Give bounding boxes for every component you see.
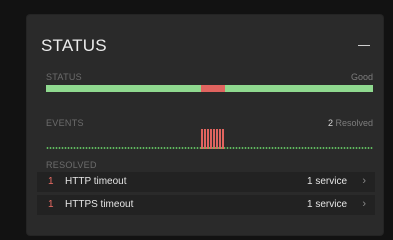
incident-tick: [219, 129, 221, 149]
incident-name: HTTP timeout: [65, 176, 127, 187]
timeline-incident-spike[interactable]: [201, 129, 225, 149]
status-card: STATUS STATUS Good EVENTS 2 Resolved RES…: [27, 15, 383, 235]
incident-count: 1: [48, 199, 54, 210]
status-value: Good: [350, 72, 373, 82]
card-title: STATUS: [41, 36, 107, 55]
collapse-button[interactable]: [357, 38, 371, 52]
incident-tick: [210, 129, 212, 149]
card-header: STATUS: [41, 36, 371, 58]
incident-name: HTTPS timeout: [65, 199, 134, 210]
affected-services: 1 service: [306, 176, 347, 187]
incident-tick: [222, 129, 224, 149]
chevron-right-icon: ›: [362, 198, 366, 210]
incident-tick: [216, 129, 218, 149]
chevron-right-icon: ›: [362, 175, 366, 187]
status-segment-good: [224, 85, 373, 92]
incident-tick: [207, 129, 209, 149]
affected-services: 1 service: [306, 199, 347, 210]
incident-tick: [213, 129, 215, 149]
status-bar: [46, 85, 373, 92]
list-item[interactable]: 1 HTTP timeout 1 service ›: [37, 172, 375, 192]
minus-icon: [358, 45, 370, 46]
list-item[interactable]: 1 HTTPS timeout 1 service ›: [37, 195, 375, 215]
status-label: STATUS: [46, 72, 82, 82]
resolved-list: 1 HTTP timeout 1 service › 1 HTTPS timeo…: [37, 172, 375, 218]
incident-tick: [201, 129, 203, 149]
incident-count: 1: [48, 176, 54, 187]
events-timeline: [46, 127, 373, 151]
status-segment-good: [46, 85, 201, 92]
incident-tick: [204, 129, 206, 149]
status-segment-incident: [200, 85, 225, 92]
resolved-label: RESOLVED: [46, 160, 97, 170]
